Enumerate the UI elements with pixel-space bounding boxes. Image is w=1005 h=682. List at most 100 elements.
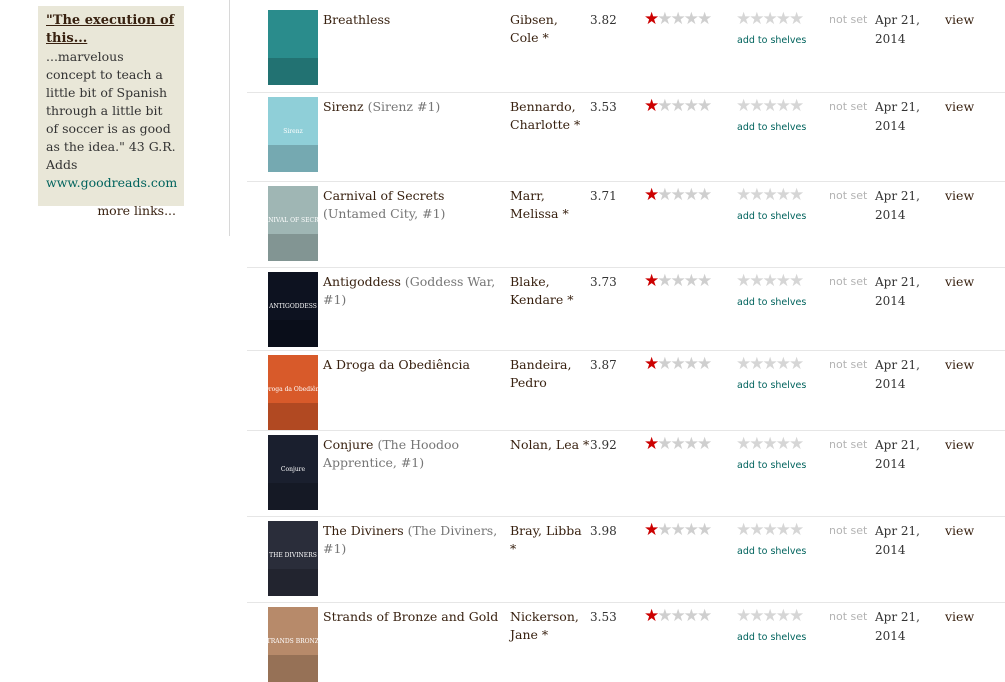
book-title-text[interactable]: Conjure bbox=[323, 437, 373, 452]
add-to-shelves-link[interactable]: add to shelves bbox=[737, 460, 806, 471]
date-added: Apr 21, 2014 bbox=[875, 610, 920, 643]
my-rating-stars[interactable]: ★★★★★ bbox=[736, 356, 804, 373]
view-link[interactable]: view bbox=[945, 188, 974, 203]
view-link[interactable]: view bbox=[945, 357, 974, 372]
rating-stars: ★★★★★ bbox=[644, 11, 712, 28]
cover-art: Sirenz bbox=[268, 97, 318, 172]
author-name[interactable]: Blake, Kendare bbox=[510, 274, 563, 307]
book-author[interactable]: Blake, Kendare * bbox=[510, 273, 590, 309]
star-filled-icon: ★ bbox=[644, 520, 659, 540]
view-link[interactable]: view bbox=[945, 609, 974, 624]
author-name[interactable]: Bray, Libba bbox=[510, 523, 582, 538]
cover-text: A Droga da Obediência bbox=[268, 386, 318, 393]
book-cover[interactable]: Conjure bbox=[268, 435, 318, 510]
book-title[interactable]: Sirenz (Sirenz #1) bbox=[323, 98, 509, 116]
star-empty-icon: ★★★★ bbox=[657, 434, 712, 454]
book-title-text[interactable]: A Droga da Obediência bbox=[323, 357, 470, 372]
book-row: STRANDS BRONZE Strands of Bronze and Gol… bbox=[247, 602, 1005, 682]
book-author[interactable]: Bray, Libba * bbox=[510, 522, 590, 558]
book-title[interactable]: Breathless bbox=[323, 11, 509, 29]
rating-stars: ★★★★★ bbox=[644, 98, 712, 115]
add-to-shelves-link[interactable]: add to shelves bbox=[737, 122, 806, 133]
book-title-text[interactable]: Strands of Bronze and Gold bbox=[323, 609, 498, 624]
book-author[interactable]: Bennardo, Charlotte * bbox=[510, 98, 590, 134]
rating-stars: ★★★★★ bbox=[644, 187, 712, 204]
date-added: Apr 21, 2014 bbox=[875, 100, 920, 133]
star-filled-icon: ★ bbox=[644, 434, 659, 454]
author-mark: * bbox=[583, 437, 590, 452]
book-author[interactable]: Nolan, Lea * bbox=[510, 436, 590, 454]
view-link[interactable]: view bbox=[945, 437, 974, 452]
author-name[interactable]: Nolan, Lea bbox=[510, 437, 579, 452]
book-title-text[interactable]: Breathless bbox=[323, 12, 390, 27]
book-series[interactable]: (Sirenz #1) bbox=[368, 99, 441, 114]
star-empty-icon: ★★★★ bbox=[657, 520, 712, 540]
book-title[interactable]: Strands of Bronze and Gold bbox=[323, 608, 509, 626]
avg-rating: 3.73 bbox=[590, 275, 617, 289]
date-read: not set bbox=[829, 358, 868, 371]
author-name[interactable]: Marr, Melissa bbox=[510, 188, 558, 221]
book-title[interactable]: Conjure (The Hoodoo Apprentice, #1) bbox=[323, 436, 509, 472]
my-rating-stars[interactable]: ★★★★★ bbox=[736, 98, 804, 115]
book-title[interactable]: Antigoddess (Goddess War, #1) bbox=[323, 273, 509, 309]
book-title-text[interactable]: Sirenz bbox=[323, 99, 364, 114]
date-read: not set bbox=[829, 13, 868, 26]
add-to-shelves-link[interactable]: add to shelves bbox=[737, 380, 806, 391]
book-title[interactable]: The Diviners (The Diviners, #1) bbox=[323, 522, 509, 558]
add-to-shelves-link[interactable]: add to shelves bbox=[737, 546, 806, 557]
book-title-text[interactable]: Carnival of Secrets bbox=[323, 188, 444, 203]
book-row: THE DIVINERS The Diviners (The Diviners,… bbox=[247, 516, 1005, 602]
book-cover[interactable]: THE DIVINERS bbox=[268, 521, 318, 596]
my-rating-stars[interactable]: ★★★★★ bbox=[736, 522, 804, 539]
view-link[interactable]: view bbox=[945, 274, 974, 289]
add-to-shelves-link[interactable]: add to shelves bbox=[737, 632, 806, 643]
book-title[interactable]: A Droga da Obediência bbox=[323, 356, 509, 374]
my-rating-stars[interactable]: ★★★★★ bbox=[736, 608, 804, 625]
book-cover[interactable]: A Droga da Obediência bbox=[268, 355, 318, 430]
book-cover[interactable]: CARNIVAL OF SECRETS bbox=[268, 186, 318, 261]
my-rating-stars[interactable]: ★★★★★ bbox=[736, 11, 804, 28]
book-title[interactable]: Carnival of Secrets (Untamed City, #1) bbox=[323, 187, 509, 223]
author-mark: * bbox=[562, 206, 569, 221]
book-title-text[interactable]: Antigoddess bbox=[323, 274, 401, 289]
book-series[interactable]: (Untamed City, #1) bbox=[323, 206, 445, 221]
book-author[interactable]: Bandeira, Pedro bbox=[510, 356, 590, 392]
add-to-shelves-link[interactable]: add to shelves bbox=[737, 35, 806, 46]
star-filled-icon: ★ bbox=[644, 271, 659, 291]
date-added: Apr 21, 2014 bbox=[875, 275, 920, 308]
author-name[interactable]: Bandeira, Pedro bbox=[510, 357, 572, 390]
book-cover[interactable]: Sirenz bbox=[268, 97, 318, 172]
author-name[interactable]: Bennardo, Charlotte bbox=[510, 99, 576, 132]
rating-stars: ★★★★★ bbox=[644, 606, 712, 626]
book-author[interactable]: Nickerson, Jane * bbox=[510, 608, 590, 644]
view-link[interactable]: view bbox=[945, 523, 974, 538]
book-cover[interactable] bbox=[268, 10, 318, 85]
view-link[interactable]: view bbox=[945, 12, 974, 27]
date-added: Apr 21, 2014 bbox=[875, 358, 920, 391]
more-links-link[interactable]: more links... bbox=[46, 202, 176, 220]
quote-title-link[interactable]: "The execution of this... bbox=[46, 12, 176, 48]
rating-stars: ★★★★★ bbox=[644, 520, 712, 540]
book-author[interactable]: Gibsen, Cole * bbox=[510, 11, 590, 47]
my-rating-stars[interactable]: ★★★★★ bbox=[736, 436, 804, 453]
book-row: A Droga da Obediência A Droga da Obediên… bbox=[247, 350, 1005, 430]
star-filled-icon: ★ bbox=[644, 606, 659, 626]
add-to-shelves-link[interactable]: add to shelves bbox=[737, 297, 806, 308]
cover-art: Conjure bbox=[268, 435, 318, 510]
star-filled-icon: ★ bbox=[644, 354, 659, 374]
book-cover[interactable]: STRANDS BRONZE bbox=[268, 607, 318, 682]
date-read: not set bbox=[829, 610, 868, 623]
author-name[interactable]: Gibsen, Cole bbox=[510, 12, 558, 45]
my-rating-stars[interactable]: ★★★★★ bbox=[736, 273, 804, 290]
book-row: Breathless Gibsen, Cole * 3.82 ★★★★★ ★★★… bbox=[247, 6, 1005, 92]
book-author[interactable]: Marr, Melissa * bbox=[510, 187, 590, 223]
date-read: not set bbox=[829, 524, 868, 537]
add-to-shelves-link[interactable]: add to shelves bbox=[737, 211, 806, 222]
view-link[interactable]: view bbox=[945, 99, 974, 114]
sidebar-divider bbox=[229, 0, 230, 236]
quote-source-link[interactable]: www.goodreads.com bbox=[46, 174, 177, 192]
cover-text: STRANDS BRONZE bbox=[268, 638, 318, 645]
book-cover[interactable]: ANTIGODDESS bbox=[268, 272, 318, 347]
book-title-text[interactable]: The Diviners bbox=[323, 523, 404, 538]
my-rating-stars[interactable]: ★★★★★ bbox=[736, 187, 804, 204]
